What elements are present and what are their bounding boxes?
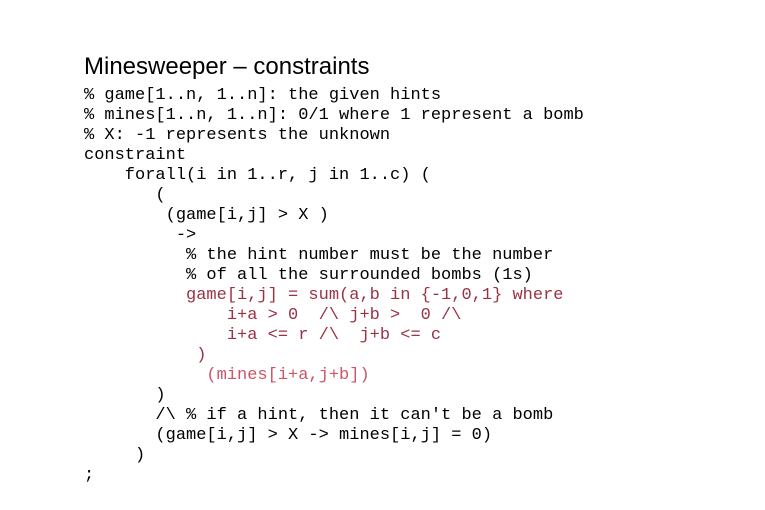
code-line: % of all the surrounded bombs (1s) [84, 266, 533, 285]
code-line: ( [84, 186, 166, 205]
code-line: % mines[1..n, 1..n]: 0/1 where 1 represe… [84, 106, 584, 125]
code-line: % X: -1 represents the unknown [84, 126, 391, 145]
code-line: (game[i,j] > X ) [84, 206, 329, 225]
code-line: /\ % if a hint, then it can't be a bomb [84, 406, 554, 425]
page-title: Minesweeper – constraints [84, 53, 370, 80]
code-line: i+a <= r /\ j+b <= c [84, 326, 442, 345]
code-line: -> [84, 226, 197, 245]
slide-canvas: Minesweeper – constraints % game[1..n, 1… [0, 0, 765, 510]
code-line: game[i,j] = sum(a,b in {-1,0,1} where [84, 286, 564, 305]
code-line: constraint [84, 146, 187, 165]
code-line: (game[i,j] > X -> mines[i,j] = 0) [84, 426, 493, 445]
code-line: forall(i in 1..r, j in 1..c) ( [84, 166, 431, 185]
code-line: ) [84, 386, 166, 405]
code-line: ) [84, 446, 146, 465]
code-line: % the hint number must be the number [84, 246, 554, 265]
code-line: ; [84, 466, 95, 485]
code-line: (mines[i+a,j+b]) [84, 366, 370, 385]
code-line: i+a > 0 /\ j+b > 0 /\ [84, 306, 462, 325]
code-line: % game[1..n, 1..n]: the given hints [84, 86, 442, 105]
code-line: ) [84, 346, 207, 365]
code-block: % game[1..n, 1..n]: the given hints% min… [84, 86, 744, 486]
